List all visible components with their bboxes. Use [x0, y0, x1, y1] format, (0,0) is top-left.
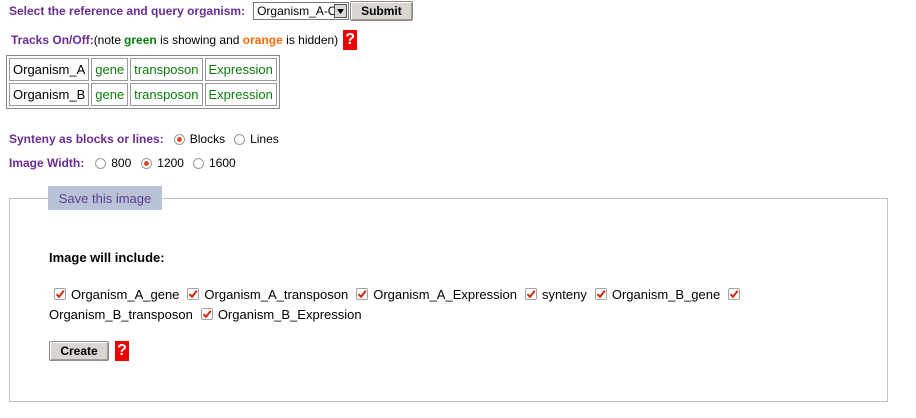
checkmark-icon: [526, 290, 536, 299]
image-width-label: Image Width:: [9, 156, 85, 170]
synteny-label: Synteny as blocks or lines:: [9, 132, 164, 146]
track-expression-toggle[interactable]: Expression: [204, 83, 277, 106]
organism-select-label: Select the reference and query organism:: [9, 4, 246, 18]
width-1200-label: 1200: [157, 156, 184, 170]
tracks-table: Organism_A gene transposon Expression Or…: [6, 55, 280, 109]
include-items-line-1: Organism_A_gene Organism_A_transposon Or…: [49, 286, 745, 302]
include-label: Image will include:: [49, 250, 165, 265]
track-gene-toggle[interactable]: gene: [91, 83, 129, 106]
track-transposon-toggle[interactable]: transposon: [130, 83, 203, 106]
include-items-line-2: Organism_B_transposon Organism_B_Express…: [49, 306, 362, 322]
table-row: Organism_A gene transposon Expression: [9, 58, 277, 81]
note-prefix: (note: [93, 33, 122, 47]
track-transposon-toggle[interactable]: transposon: [130, 58, 203, 81]
create-help-icon[interactable]: ?: [115, 341, 129, 361]
note-mid: is showing and: [156, 33, 243, 47]
include-checkbox[interactable]: [728, 288, 741, 300]
save-image-legend: Save this image: [48, 186, 162, 210]
synteny-blocks-label: Blocks: [189, 132, 226, 146]
include-item-label: synteny: [542, 286, 587, 302]
include-checkbox[interactable]: [594, 288, 607, 300]
include-item-label: Organism_A_Expression: [373, 286, 518, 302]
width-1600-radio[interactable]: [192, 157, 204, 169]
width-800-label: 800: [111, 156, 132, 170]
note-suffix: is hidden): [282, 33, 339, 47]
include-checkbox[interactable]: [54, 288, 66, 300]
checkmark-icon: [202, 310, 212, 319]
organism-select-row: Select the reference and query organism:…: [9, 1, 413, 21]
checkmark-icon: [357, 290, 367, 299]
include-item-label: Organism_A_gene: [71, 286, 180, 302]
track-organism-cell: Organism_B: [9, 83, 90, 106]
track-gene-toggle[interactable]: gene: [91, 58, 129, 81]
checkmark-icon: [55, 290, 65, 299]
synteny-lines-radio[interactable]: [234, 133, 246, 145]
include-item-label: Organism_B_Expression: [217, 306, 362, 322]
include-checkbox[interactable]: [525, 288, 538, 300]
synteny-row: Synteny as blocks or lines: Blocks Lines: [9, 131, 279, 147]
chevron-down-icon[interactable]: [334, 4, 348, 18]
image-width-row: Image Width: 800 1200 1600: [9, 155, 236, 171]
checkmark-icon: [596, 290, 606, 299]
include-checkbox[interactable]: [200, 308, 213, 320]
organism-select-value: Organism_A-O: [257, 4, 335, 18]
create-button[interactable]: Create: [49, 341, 109, 361]
include-checkbox[interactable]: [187, 288, 200, 300]
include-checkbox[interactable]: [356, 288, 369, 300]
track-expression-toggle[interactable]: Expression: [204, 58, 277, 81]
tracks-label: Tracks On/Off:: [11, 33, 94, 47]
width-1600-label: 1600: [208, 156, 236, 170]
width-1200-radio[interactable]: [141, 157, 153, 169]
include-item-label: Organism_A_transposon: [204, 286, 349, 302]
tracks-note-row: Tracks On/Off: (note green is showing an…: [11, 29, 358, 51]
synteny-blocks-radio[interactable]: [173, 133, 185, 145]
create-row: Create ?: [49, 340, 129, 362]
checkmark-icon: [730, 290, 739, 299]
note-green: green: [124, 33, 157, 47]
track-organism-cell: Organism_A: [9, 58, 90, 81]
organism-select[interactable]: Organism_A-O: [253, 2, 350, 20]
width-800-radio[interactable]: [95, 157, 107, 169]
table-row: Organism_B gene transposon Expression: [9, 83, 277, 106]
checkmark-icon: [189, 290, 198, 299]
include-item-label: Organism_B_transposon: [49, 306, 193, 322]
tracks-help-icon[interactable]: ?: [343, 30, 358, 50]
synteny-lines-label: Lines: [250, 132, 279, 146]
include-item-label: Organism_B_gene: [611, 286, 721, 302]
note-orange: orange: [242, 33, 283, 47]
submit-button[interactable]: Submit: [350, 1, 413, 21]
